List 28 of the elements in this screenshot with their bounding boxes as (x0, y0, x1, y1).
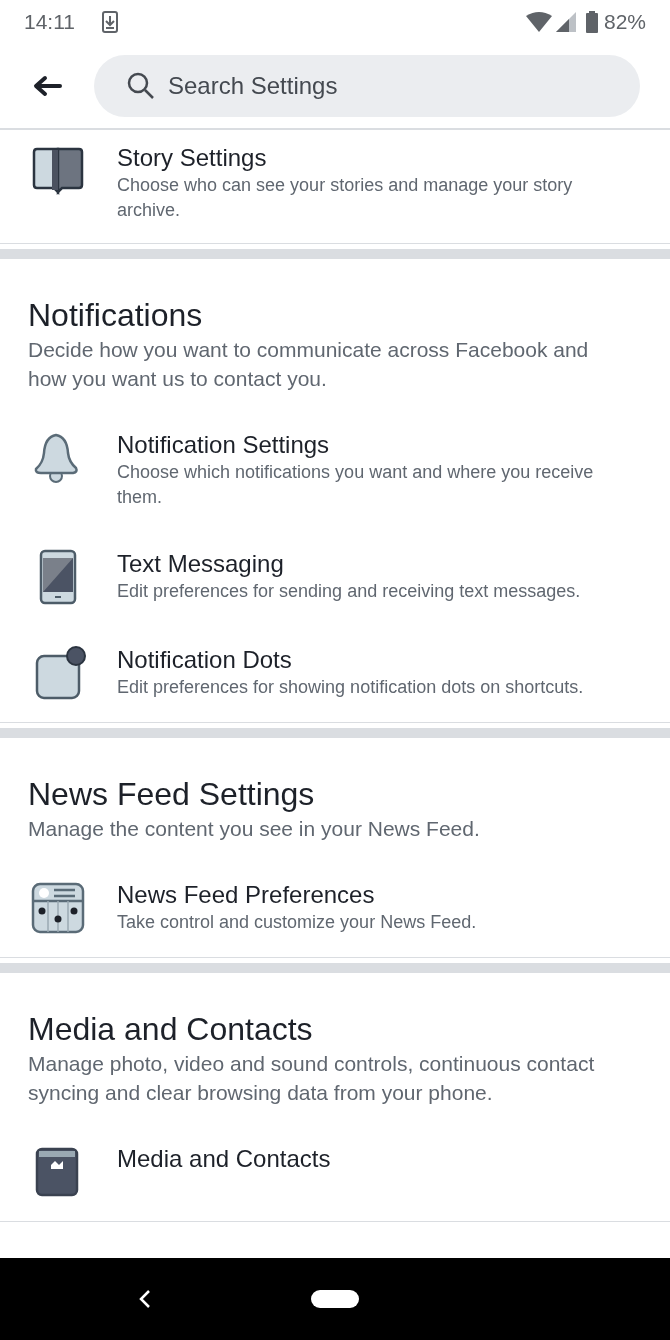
item-title[interactable]: Media and Contacts (117, 1144, 632, 1174)
back-icon[interactable] (138, 1289, 152, 1309)
item-description: Choose who can see your stories and manage your story archive. (117, 174, 574, 222)
item-description: Edit preferences for showing notification dots on shortcuts. (117, 676, 585, 699)
home-button[interactable] (311, 1290, 359, 1308)
status-time: 14:11 (24, 9, 75, 36)
section-heading: Notifications (28, 296, 204, 335)
item-description: Choose which notifications you want and where you receive them. (117, 461, 595, 509)
signal-icon (555, 12, 576, 32)
section-heading: News Feed Settings (28, 775, 316, 814)
battery-icon (585, 11, 598, 33)
item-title[interactable]: News Feed Preferences (117, 880, 632, 910)
search-icon (127, 72, 155, 100)
item-title[interactable]: Notification Settings (117, 430, 632, 460)
battery-percentage: 82% (603, 9, 646, 36)
section-heading: Media and Contacts (28, 1010, 314, 1049)
item-title[interactable]: Text Messaging (117, 549, 632, 579)
wifi-icon (525, 12, 552, 32)
section-description: Decide how you want to communicate across Facebook and how you want us to contact you. (28, 337, 590, 392)
search-field[interactable]: Search Settings (94, 55, 640, 117)
item-title[interactable]: Story Settings (117, 143, 632, 173)
item-description: Edit preferences for sending and receiving text messages. (117, 580, 582, 603)
download-icon (102, 11, 118, 33)
section-description: Manage the content you see in your News Feed. (28, 816, 481, 842)
item-description: Take control and customize your News Feed. (117, 911, 478, 934)
section-description: Manage photo, video and sound controls, continuous contact syncing and clear browsing data from your phone. (28, 1051, 596, 1106)
item-title[interactable]: Notification Dots (117, 645, 632, 675)
back-arrow-icon (32, 75, 62, 97)
